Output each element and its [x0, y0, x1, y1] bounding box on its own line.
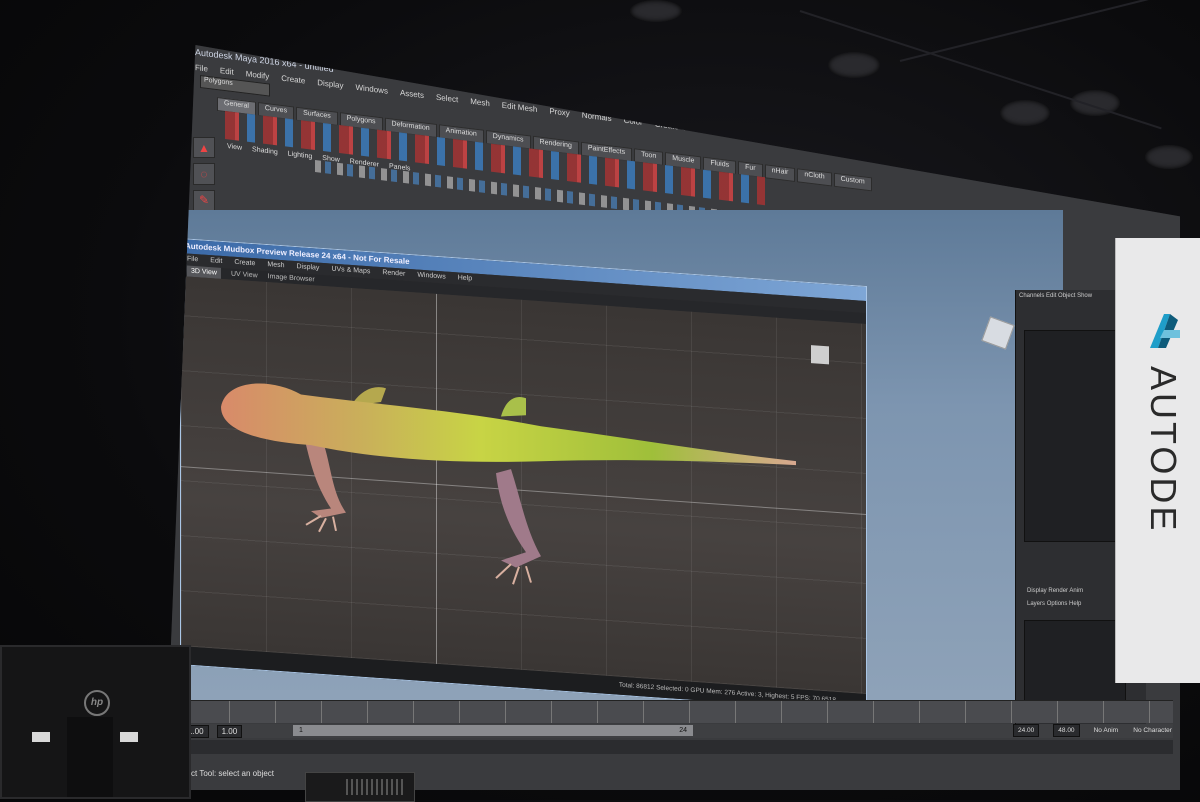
range-slider-bar: 1.00 1.00 1 24 24.00 48.00 No Anim Layer…	[183, 724, 1173, 748]
channel-tab-show[interactable]: Show	[1077, 293, 1092, 299]
mudbox-window: Autodesk Mudbox Preview Release 24 x64 -…	[180, 238, 867, 714]
mudbox-menu-render[interactable]: Render	[382, 267, 405, 281]
menu-edit-mesh[interactable]: Edit Mesh	[502, 101, 538, 119]
mudbox-3d-viewport[interactable]	[181, 276, 866, 694]
autodesk-logo-icon	[1150, 314, 1180, 348]
menu-select[interactable]: Select	[436, 93, 458, 110]
mudbox-menu-windows[interactable]: Windows	[417, 270, 445, 284]
menu-assets[interactable]: Assets	[400, 88, 424, 105]
ceiling-light	[1145, 145, 1193, 169]
ceiling-light	[630, 0, 682, 22]
banner-brand-text: AUTODE	[1143, 366, 1184, 534]
mudbox-menu-help[interactable]: Help	[458, 272, 472, 285]
paint-tool-icon[interactable]: ✎	[193, 189, 215, 211]
range-slider[interactable]: 1 24	[293, 725, 693, 736]
maya-window: Autodesk Maya 2016 x64 - untitled File E…	[165, 45, 1180, 790]
menu-normals[interactable]: Normals	[582, 110, 612, 128]
menu-pipeline-cache[interactable]: Pipeline Cache	[789, 136, 843, 157]
panel-menu-lighting[interactable]: Lighting	[288, 150, 313, 160]
time-slider[interactable]	[183, 700, 1173, 723]
panel-menu-view[interactable]: View	[227, 143, 242, 152]
ceiling-light	[1000, 100, 1050, 126]
range-slider-right-label: 24	[679, 727, 687, 734]
layer-editor-tabs: Display Render Anim	[1024, 585, 1086, 597]
layer-tab-anim[interactable]: Anim	[1069, 588, 1083, 594]
range-current-field[interactable]: 1.00	[216, 724, 243, 738]
menu-windows[interactable]: Windows	[356, 83, 388, 101]
lizard-model[interactable]	[181, 276, 866, 694]
monitor-sticker	[32, 732, 50, 742]
channel-tab-channels[interactable]: Channels	[1019, 293, 1044, 299]
menu-create[interactable]: Create	[281, 74, 305, 91]
menu-proxy[interactable]: Proxy	[549, 107, 569, 124]
command-line[interactable]	[183, 740, 1173, 754]
hp-logo-icon: hp	[84, 690, 110, 716]
monitor-stand	[67, 717, 113, 797]
channel-tab-edit[interactable]: Edit	[1046, 293, 1056, 299]
layer-menu-help[interactable]: Help	[1069, 601, 1081, 607]
projection-screen: Autodesk Maya 2016 x64 - untitled File E…	[165, 45, 1180, 790]
autodesk-banner: AUTODE	[1115, 238, 1200, 683]
select-tool-icon[interactable]: ▲	[193, 137, 215, 159]
workstation-vent	[346, 779, 406, 795]
layer-editor-menu: Layers Options Help	[1024, 598, 1084, 610]
menu-help[interactable]: Help	[854, 144, 870, 160]
layer-menu-options[interactable]: Options	[1047, 601, 1068, 607]
shelf-tab-nhair[interactable]: nHair	[764, 164, 796, 183]
layer-tab-display[interactable]: Display	[1027, 588, 1047, 594]
menu-create-uvs[interactable]: Create UVs	[655, 119, 696, 138]
menu-display[interactable]: Display	[317, 78, 343, 95]
shelf-tab-ncloth[interactable]: nCloth	[797, 168, 832, 187]
lasso-tool-icon[interactable]: ◌	[193, 163, 215, 185]
menu-color[interactable]: Color	[624, 116, 643, 132]
range-max-field[interactable]: 48.00	[1053, 724, 1080, 737]
workstation-box	[305, 772, 415, 802]
menu-edit-uvs[interactable]: Edit UVs	[708, 126, 739, 144]
range-slider-left-label: 1	[299, 727, 303, 734]
panel-menu-shading[interactable]: Shading	[252, 146, 278, 156]
mudbox-menu-file[interactable]: File	[187, 253, 198, 266]
mudbox-menu-edit[interactable]: Edit	[210, 255, 222, 268]
ceiling-light	[828, 52, 880, 78]
menu-mesh[interactable]: Mesh	[470, 97, 490, 113]
shelf-tab-custom[interactable]: Custom	[833, 172, 872, 192]
monitor-sticker	[120, 732, 138, 742]
menu-muscle[interactable]: Muscle	[751, 131, 776, 148]
presenter-monitor: hp	[0, 645, 191, 799]
channel-tab-object[interactable]: Object	[1058, 293, 1075, 299]
ceiling-truss	[899, 0, 1192, 62]
time-ruler	[183, 701, 1173, 723]
layer-tab-render[interactable]: Render	[1048, 588, 1068, 594]
layer-menu-layers[interactable]: Layers	[1027, 601, 1045, 607]
channel-box-body[interactable]	[1024, 330, 1126, 542]
range-end-field[interactable]: 24.00	[1013, 724, 1040, 737]
